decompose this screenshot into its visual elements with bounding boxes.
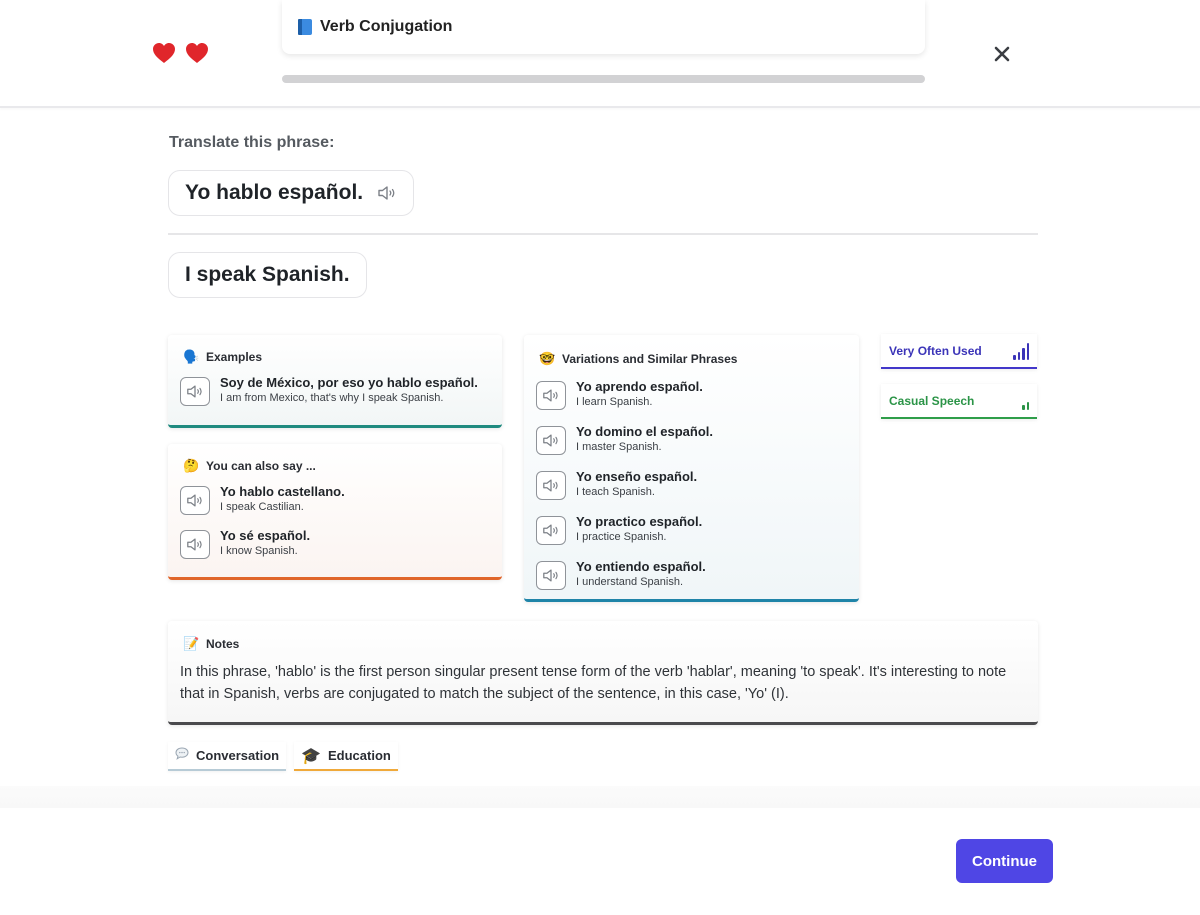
play-audio-button[interactable] bbox=[536, 426, 566, 455]
play-audio-button[interactable] bbox=[180, 486, 210, 515]
speaker-icon bbox=[542, 478, 560, 493]
signal-bar bbox=[1026, 401, 1029, 410]
book-icon bbox=[298, 19, 312, 35]
chip-label: Conversation bbox=[196, 748, 280, 763]
speaker-icon bbox=[542, 523, 560, 538]
item-english: I speak Castilian. bbox=[220, 501, 304, 513]
signal-bar bbox=[1026, 342, 1029, 360]
signal-bar bbox=[1022, 347, 1025, 360]
also-say-card: 🤔 You can also say ... Yo hablo castella… bbox=[168, 444, 502, 580]
item-spanish: Yo sé español. bbox=[220, 528, 311, 543]
speaker-icon bbox=[542, 568, 560, 583]
phrase-box: Yo hablo español. bbox=[168, 170, 415, 216]
play-audio-button[interactable] bbox=[180, 377, 210, 406]
tag-label: Casual Speech bbox=[889, 393, 975, 408]
list-item: Yo domino el español. I master Spanish. bbox=[536, 424, 847, 455]
answer-box: I speak Spanish. bbox=[168, 252, 367, 298]
examples-card: 🗣️ Examples Soy de México, por eso yo ha… bbox=[168, 335, 502, 428]
speaker-icon bbox=[542, 433, 560, 448]
phrase-text: Yo hablo español. bbox=[185, 181, 364, 204]
play-audio-button[interactable] bbox=[536, 516, 566, 545]
close-icon bbox=[994, 46, 1010, 62]
chip-label: Education bbox=[328, 748, 391, 763]
prompt-label: Translate this phrase: bbox=[169, 134, 335, 151]
progress-bar bbox=[282, 75, 925, 83]
item-english: I practice Spanish. bbox=[576, 531, 667, 543]
item-english: I am from Mexico, that's why I speak Spa… bbox=[220, 392, 444, 404]
item-english: I teach Spanish. bbox=[576, 486, 655, 498]
item-english: I understand Spanish. bbox=[576, 576, 684, 588]
speaker-icon bbox=[186, 384, 204, 399]
item-spanish: Yo practico español. bbox=[576, 514, 703, 529]
item-spanish: Yo aprendo español. bbox=[576, 379, 703, 394]
item-spanish: Yo hablo castellano. bbox=[220, 484, 345, 499]
memo-icon: 📝 bbox=[183, 636, 200, 651]
list-item: Yo entiendo español. I understand Spanis… bbox=[536, 559, 847, 590]
heart-icon bbox=[185, 42, 209, 64]
list-item: Yo hablo castellano. I speak Castilian. bbox=[180, 484, 490, 515]
list-item: Yo aprendo español. I learn Spanish. bbox=[536, 379, 847, 410]
chip-conversation[interactable]: Conversation bbox=[168, 742, 287, 771]
notes-text: In this phrase, 'hablo' is the first per… bbox=[180, 664, 1007, 702]
chip-education[interactable]: 🎓 Education bbox=[294, 742, 398, 771]
speaker-icon bbox=[186, 537, 204, 552]
card-title: You can also say ... bbox=[206, 459, 316, 473]
signal-bar bbox=[1013, 354, 1016, 360]
play-audio-button[interactable] bbox=[180, 530, 210, 559]
list-item: Yo enseño español. I teach Spanish. bbox=[536, 469, 847, 500]
item-spanish: Soy de México, por eso yo hablo español. bbox=[220, 375, 478, 390]
item-english: I master Spanish. bbox=[576, 441, 662, 453]
lives bbox=[152, 42, 209, 64]
continue-button[interactable]: Continue bbox=[956, 839, 1053, 883]
graduation-cap-icon: 🎓 bbox=[301, 747, 321, 765]
nerd-face-icon: 🤓 bbox=[539, 351, 556, 366]
topic-card: Verb Conjugation bbox=[282, 0, 925, 54]
variations-card: 🤓 Variations and Similar Phrases Yo apre… bbox=[524, 335, 859, 602]
heart-icon bbox=[152, 42, 176, 64]
play-audio-button[interactable] bbox=[536, 381, 566, 410]
register-tag: Casual Speech bbox=[881, 384, 1037, 419]
item-spanish: Yo domino el español. bbox=[576, 424, 713, 439]
speaking-head-icon: 🗣️ bbox=[183, 349, 200, 364]
signal-bar bbox=[1022, 404, 1025, 410]
item-english: I know Spanish. bbox=[220, 545, 298, 557]
signal-bar bbox=[1017, 351, 1020, 360]
card-title: Variations and Similar Phrases bbox=[562, 352, 738, 366]
frequency-tag: Very Often Used bbox=[881, 334, 1037, 369]
card-title: Notes bbox=[206, 637, 240, 651]
list-item: Yo practico español. I practice Spanish. bbox=[536, 514, 847, 545]
thinking-face-icon: 🤔 bbox=[183, 458, 200, 473]
list-item: Soy de México, por eso yo hablo español.… bbox=[180, 375, 490, 406]
footer-divider bbox=[0, 786, 1200, 808]
card-title: Examples bbox=[206, 350, 263, 364]
play-audio-button[interactable] bbox=[536, 471, 566, 500]
answer-text: I speak Spanish. bbox=[185, 263, 350, 286]
list-item: Yo sé español. I know Spanish. bbox=[180, 528, 490, 559]
divider bbox=[168, 233, 1038, 235]
item-english: I learn Spanish. bbox=[576, 396, 653, 408]
header: Verb Conjugation bbox=[0, 0, 1200, 108]
speaker-icon bbox=[186, 493, 204, 508]
close-button[interactable] bbox=[990, 42, 1014, 66]
topic-title: Verb Conjugation bbox=[320, 18, 453, 35]
notes-card: 📝 Notes In this phrase, 'hablo' is the f… bbox=[168, 621, 1038, 725]
item-spanish: Yo enseño español. bbox=[576, 469, 698, 484]
category-chips: Conversation 🎓 Education bbox=[168, 742, 398, 771]
speaker-icon[interactable] bbox=[377, 185, 397, 201]
signal-bars-icon bbox=[1022, 392, 1029, 410]
signal-bars-icon bbox=[1013, 342, 1029, 360]
item-spanish: Yo entiendo español. bbox=[576, 559, 706, 574]
play-audio-button[interactable] bbox=[536, 561, 566, 590]
speaker-icon bbox=[542, 388, 560, 403]
tag-label: Very Often Used bbox=[889, 343, 982, 358]
speech-bubble-icon bbox=[175, 746, 189, 765]
